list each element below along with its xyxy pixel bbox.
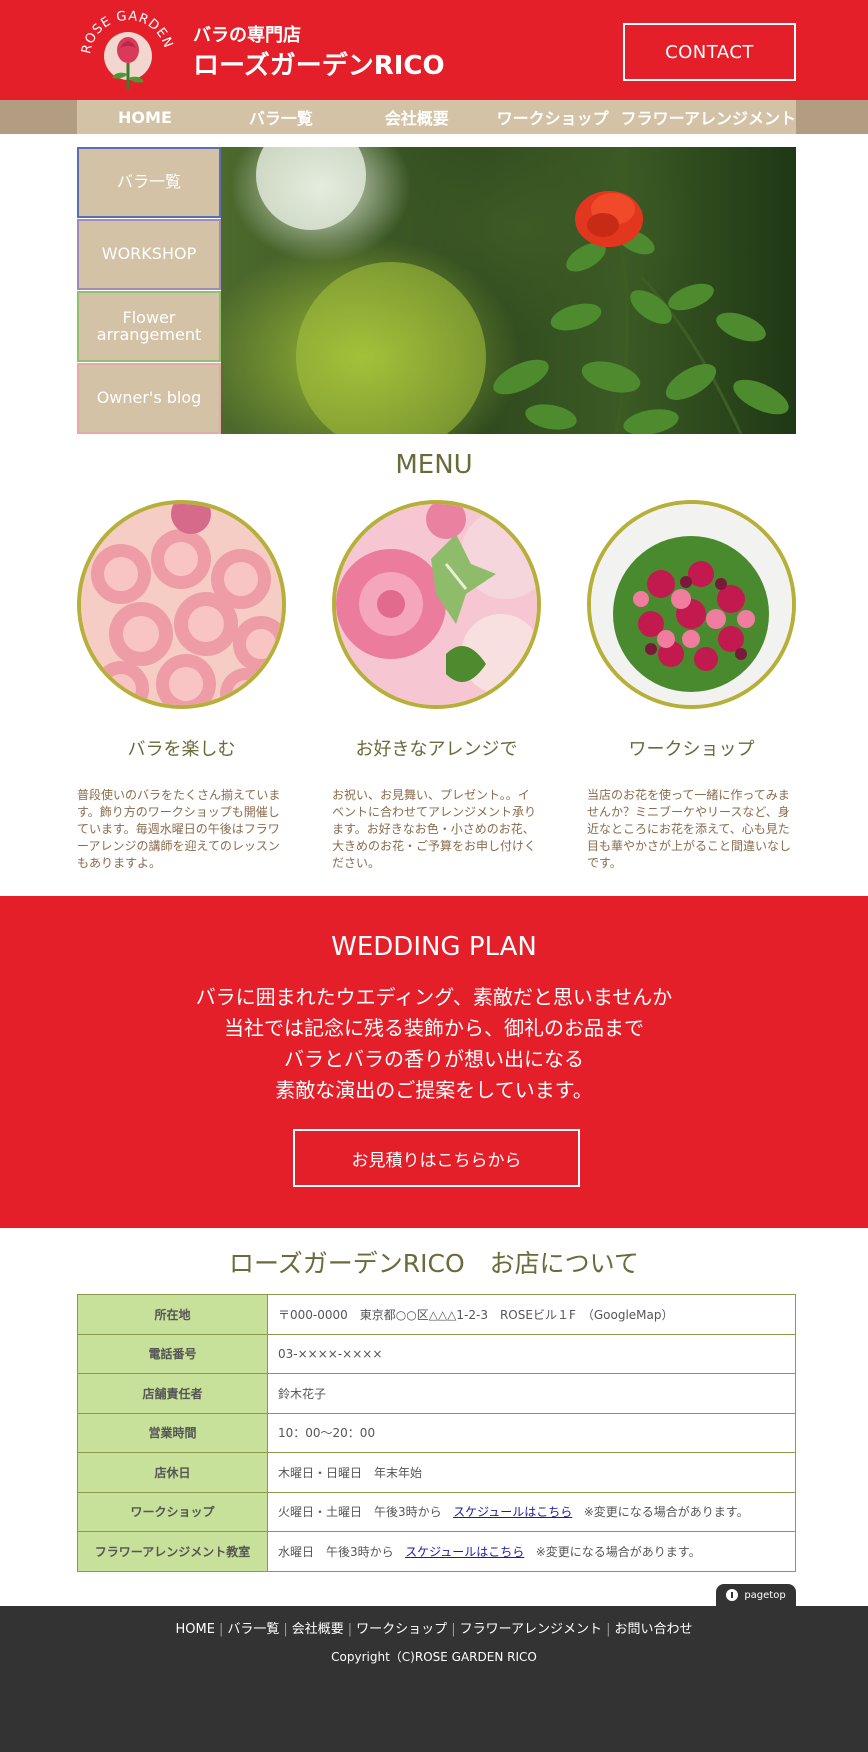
side-item-rose-list[interactable]: バラ一覧 — [77, 147, 221, 218]
nav-item-flower-arrangement[interactable]: フラワーアレンジメント — [621, 100, 796, 134]
pink-roses-image[interactable] — [77, 500, 286, 709]
divider: | — [283, 1622, 288, 1637]
row-label: 電話番号 — [77, 1333, 268, 1374]
rose-garden-logo[interactable]: ROSE GARDEN RICO — [80, 4, 176, 100]
menu-card-heading: バラを楽しむ — [127, 739, 236, 760]
row-value-cell: 火曜日・土曜日 午後3時から スケジュールはこちら ※変更になる場合があります。 — [267, 1491, 796, 1532]
menu-card-arrangement: お好きなアレンジで お祝い、お見舞い、プレゼント。。イベントに合わせてアレンジメ… — [332, 500, 541, 872]
table-row: ワークショップ 火曜日・土曜日 午後3時から スケジュールはこちら ※変更になる… — [77, 1491, 796, 1532]
row-label: ワークショップ — [77, 1491, 268, 1532]
table-row: 所在地 〒000-0000 東京都○○区△△△1-2-3 ROSEビル１F （G… — [77, 1294, 796, 1335]
nav-bar: HOME バラ一覧 会社概要 ワークショップ フラワーアレンジメント — [77, 100, 796, 134]
menu-card-text: 当店のお花を使って一緒に作ってみませんか？ミニブーケやリースなど、身近なところに… — [587, 788, 792, 870]
arrow-up-icon — [726, 1589, 739, 1601]
row-label: 所在地 — [77, 1294, 268, 1335]
site-header: ROSE GARDEN RICO バラの専門店 ローズガーデンRICO CONT… — [0, 0, 868, 100]
menu-section-title: MENU — [395, 450, 473, 480]
side-item-flower-arrangement[interactable]: Flower arrangement — [77, 291, 221, 362]
shop-subtitle: バラの専門店 — [193, 25, 301, 46]
wedding-line: バラに囲まれたウエディング、素敵だと思いませんか — [195, 985, 673, 1009]
row-value-cell: 水曜日 午後3時から スケジュールはこちら ※変更になる場合があります。 — [267, 1531, 796, 1572]
row-label: 店舗責任者 — [77, 1373, 268, 1414]
table-row: 電話番号 03-××××-×××× — [77, 1333, 796, 1374]
table-row: 営業時間 10：00〜20：00 — [77, 1412, 796, 1453]
row-value: 水曜日 午後3時から — [278, 1544, 394, 1559]
footer-link-contact[interactable]: お問い合わせ — [614, 1622, 692, 1637]
table-row: フラワーアレンジメント教室 水曜日 午後3時から スケジュールはこちら ※変更に… — [77, 1531, 796, 1572]
site-footer: HOME | バラ一覧 | 会社概要 | ワークショップ | フラワーアレンジメント | お問い合わ… — [0, 1606, 868, 1752]
divider: | — [347, 1622, 353, 1637]
table-row: 店休日 木曜日・日曜日 年末年始 — [77, 1452, 796, 1493]
nav-item-rose-list[interactable]: バラ一覧 — [213, 100, 349, 134]
row-note: ※変更になる場合があります。 — [583, 1505, 749, 1520]
wedding-description: バラに囲まれたウエディング、素敵だと思いませんか 当社では記念に残る装飾から、御… — [0, 982, 868, 1106]
row-value: 木曜日・日曜日 年末年始 — [267, 1452, 796, 1493]
pagetop-button[interactable]: pagetop — [716, 1584, 796, 1606]
row-note: ※変更になる場合があります。 — [535, 1544, 701, 1559]
nav-item-home[interactable]: HOME — [77, 100, 213, 134]
divider: | — [218, 1622, 224, 1637]
row-value: 鈴木花子 — [267, 1373, 796, 1414]
footer-link-company[interactable]: 会社概要 — [292, 1622, 344, 1637]
shop-info-table: 所在地 〒000-0000 東京都○○区△△△1-2-3 ROSEビル１F （G… — [77, 1294, 796, 1572]
menu-card-text: お祝い、お見舞い、プレゼント。。イベントに合わせてアレンジメント承ります。お好き… — [332, 788, 537, 870]
side-item-workshop[interactable]: WORKSHOP — [77, 219, 221, 290]
estimate-button[interactable]: お見積りはこちらから — [293, 1129, 580, 1187]
footer-link-workshop[interactable]: ワークショップ — [356, 1622, 447, 1637]
bouquet-image[interactable] — [587, 500, 796, 709]
divider: | — [606, 1622, 611, 1637]
wedding-line: バラとバラの香りが想い出になる — [284, 1047, 584, 1071]
row-value: 03-××××-×××× — [267, 1333, 796, 1374]
menu-card-heading: お好きなアレンジで — [355, 739, 518, 760]
menu-card-heading: ワークショップ — [628, 739, 755, 760]
side-menu: バラ一覧 WORKSHOP Flower arrangement Owner's… — [77, 147, 221, 435]
menu-card-text: 普段使いのバラをたくさん揃えています。飾り方のワークショップも開催しています。毎… — [77, 788, 281, 870]
main-nav: HOME バラ一覧 会社概要 ワークショップ フラワーアレンジメント — [0, 100, 868, 134]
table-row: 店舗責任者 鈴木花子 — [77, 1373, 796, 1414]
shop-info-title: ローズガーデンRICO お店について — [229, 1249, 639, 1278]
shop-title: ローズガーデンRICO — [193, 51, 445, 81]
footer-link-rose-list[interactable]: バラ一覧 — [227, 1622, 279, 1637]
copyright: Copyright（C)ROSE GARDEN RICO — [331, 1650, 537, 1664]
footer-link-flower-arrangement[interactable]: フラワーアレンジメント — [460, 1622, 602, 1637]
hero-rose-image — [221, 147, 796, 434]
wedding-line: 当社では記念に残る装飾から、御礼のお品まで — [224, 1016, 644, 1040]
row-value: 10：00〜20：00 — [267, 1412, 796, 1453]
divider: | — [451, 1622, 456, 1637]
workshop-schedule-link[interactable]: スケジュールはこちら — [453, 1505, 572, 1519]
arrangement-schedule-link[interactable]: スケジュールはこちら — [405, 1545, 524, 1559]
menu-card-enjoy-roses: バラを楽しむ 普段使いのバラをたくさん揃えています。飾り方のワークショップも開催… — [77, 500, 286, 872]
wedding-plan-section: WEDDING PLAN バラに囲まれたウエディング、素敵だと思いませんか 当社… — [0, 896, 868, 1228]
wedding-title: WEDDING PLAN — [331, 932, 537, 962]
menu-card-workshop: ワークショップ 当店のお花を使って一緒に作ってみませんか？ミニブーケやリースなど… — [587, 500, 796, 872]
row-label: 店休日 — [77, 1452, 268, 1493]
wedding-line: 素敵な演出のご提案をしています。 — [275, 1078, 593, 1102]
nav-item-workshop[interactable]: ワークショップ — [485, 100, 621, 134]
nav-item-company[interactable]: 会社概要 — [349, 100, 485, 134]
row-value: 〒000-0000 東京都○○区△△△1-2-3 ROSEビル１F （Googl… — [267, 1294, 796, 1335]
row-label: 営業時間 — [77, 1412, 268, 1453]
row-label: フラワーアレンジメント教室 — [77, 1531, 268, 1572]
contact-button[interactable]: CONTACT — [623, 23, 796, 81]
rose-arrangement-image[interactable] — [332, 500, 541, 709]
side-item-owners-blog[interactable]: Owner's blog — [77, 363, 221, 434]
pagetop-label: pagetop — [744, 1589, 786, 1601]
row-value: 火曜日・土曜日 午後3時から — [278, 1505, 442, 1520]
footer-links: HOME | バラ一覧 | 会社概要 | ワークショップ | フラワーアレンジメント | お問い合わ… — [0, 1618, 868, 1637]
footer-link-home[interactable]: HOME — [176, 1622, 215, 1637]
